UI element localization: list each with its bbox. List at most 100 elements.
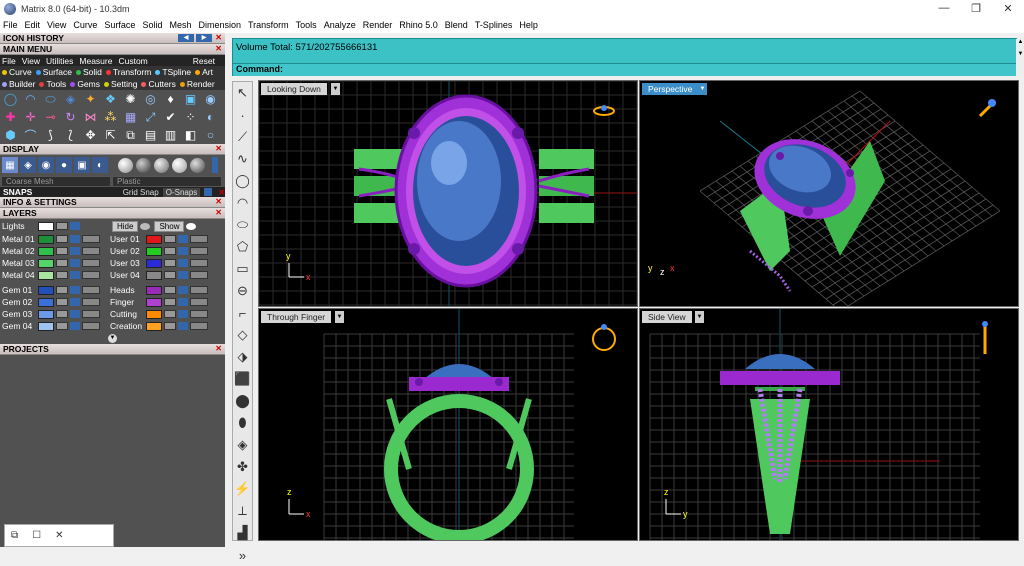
command-scrollbar[interactable]: ▲ ▼ [1016, 39, 1024, 77]
lock-icon[interactable] [164, 271, 176, 279]
layer-material-slot[interactable] [82, 310, 100, 318]
layer-material-slot[interactable] [82, 298, 100, 306]
layer-material-slot[interactable] [82, 271, 100, 279]
layer-color-swatch[interactable] [146, 258, 162, 268]
layer-creation[interactable]: Creation [110, 321, 216, 331]
material-silver-icon[interactable] [154, 157, 169, 173]
scale-icon[interactable]: ⤢ [141, 109, 160, 126]
array-icon[interactable]: ⁂ [101, 109, 120, 126]
lock-icon[interactable] [164, 298, 176, 306]
surface-tool-icon[interactable]: ◈ [61, 91, 80, 108]
shaded-icon[interactable]: ◉ [38, 157, 54, 173]
layer-visible-toggle[interactable] [178, 271, 188, 279]
polyline-icon[interactable]: ⟋ [233, 126, 252, 148]
viewport-side-view[interactable]: Side View ▼ zy [639, 308, 1019, 541]
maximize-icon[interactable]: ☐ [32, 530, 41, 541]
more-tools-icon[interactable]: » [233, 544, 252, 566]
main-menu-header[interactable]: MAIN MENU ✕ [0, 44, 225, 55]
menu-item-analyze[interactable]: Analyze [324, 20, 356, 30]
extrude-icon[interactable]: ⬗ [233, 346, 252, 368]
lock-icon[interactable] [56, 298, 68, 306]
osnap-toggle[interactable]: O-Snaps [162, 187, 201, 197]
move-icon[interactable]: ✥ [81, 127, 100, 144]
category-cutters[interactable]: Cutters [141, 79, 176, 89]
layer-user-03[interactable]: User 03 [110, 258, 216, 268]
layer-color-swatch[interactable] [38, 285, 54, 295]
layer-color-swatch[interactable] [146, 321, 162, 331]
layer-color-swatch[interactable] [38, 321, 54, 331]
layer-metal-03[interactable]: Metal 03 [2, 258, 108, 268]
box-icon[interactable]: ⬛ [233, 368, 252, 390]
category-tools[interactable]: Tools [39, 79, 66, 89]
layer-color-swatch[interactable] [146, 234, 162, 244]
layer-visible-toggle[interactable] [178, 259, 188, 267]
polygon-icon[interactable]: ⬠ [233, 236, 252, 258]
lock-icon[interactable] [164, 247, 176, 255]
lock-icon[interactable] [56, 286, 68, 294]
ghosted-icon[interactable]: ◈ [20, 157, 36, 173]
layer-material-slot[interactable] [190, 322, 208, 330]
layer-user-02[interactable]: User 02 [110, 246, 216, 256]
curve-icon[interactable]: ⌒ [21, 127, 40, 144]
flow-icon[interactable]: ⟆ [41, 127, 60, 144]
wireframe-icon[interactable]: ▦ [2, 157, 18, 173]
category-solid[interactable]: Solid [75, 67, 102, 77]
chevron-down-icon[interactable]: ▼ [331, 83, 340, 95]
category-transform[interactable]: Transform [105, 67, 151, 77]
menu-item-solid[interactable]: Solid [142, 20, 162, 30]
lock-icon[interactable] [164, 235, 176, 243]
material-dropdown[interactable]: Plastic [112, 175, 222, 187]
layer-gem-03[interactable]: Gem 03 [2, 309, 108, 319]
close-icon[interactable]: ✕ [215, 197, 222, 206]
material-chrome-icon[interactable] [172, 157, 187, 173]
layer-finger[interactable]: Finger [110, 297, 216, 307]
layer-gem-04[interactable]: Gem 04 [2, 321, 108, 331]
fillet-icon[interactable]: ⌐ [233, 302, 252, 324]
point-icon[interactable]: · [233, 104, 252, 126]
dimension-icon[interactable]: ⟂ [233, 500, 252, 522]
layer-heads[interactable]: Heads [110, 285, 216, 295]
layer-user-01[interactable]: User 01 [110, 234, 216, 244]
sphere-icon[interactable]: ⬤ [233, 390, 252, 412]
curve-tools-icon[interactable]: ⊖ [233, 280, 252, 302]
pipe-tool-icon[interactable]: ✦ [81, 91, 100, 108]
menu-item-dimension[interactable]: Dimension [198, 20, 241, 30]
tab-view[interactable]: View [22, 56, 40, 66]
display-mode-dropdown[interactable]: Coarse Mesh [1, 175, 111, 187]
menu-item-view[interactable]: View [47, 20, 66, 30]
menu-item-render[interactable]: Render [363, 20, 393, 30]
layer-visible-toggle[interactable] [70, 235, 80, 243]
category-gems[interactable]: Gems [70, 79, 100, 89]
layer-material-slot[interactable] [190, 247, 208, 255]
lights-visible-toggle[interactable] [70, 222, 80, 230]
menu-item-surface[interactable]: Surface [104, 20, 135, 30]
hide-button[interactable]: Hide [112, 220, 139, 232]
revolve-tool-icon[interactable]: ❖ [101, 91, 120, 108]
category-surface[interactable]: Surface [35, 67, 72, 77]
layer-visible-toggle[interactable] [178, 247, 188, 255]
tab-custom[interactable]: Custom [118, 56, 147, 66]
pattern-icon[interactable]: ▦ [121, 109, 140, 126]
layer-material-slot[interactable] [190, 259, 208, 267]
layer-gem-01[interactable]: Gem 01 [2, 285, 108, 295]
lock-icon[interactable] [56, 271, 68, 279]
material-gray-icon[interactable] [136, 157, 151, 173]
tab-measure[interactable]: Measure [79, 56, 112, 66]
display-header[interactable]: DISPLAY ✕ [0, 144, 225, 155]
mesh-icon[interactable]: ◈ [233, 434, 252, 456]
close-icon[interactable]: ✕ [55, 530, 63, 541]
layer-color-swatch[interactable] [146, 270, 162, 280]
category-render[interactable]: Render [179, 79, 215, 89]
layer-visible-toggle[interactable] [70, 286, 80, 294]
settings-ring-icon[interactable]: ○ [201, 127, 220, 144]
projects-header[interactable]: PROJECTS ✕ [0, 344, 225, 355]
layer-material-slot[interactable] [190, 310, 208, 318]
layer-material-slot[interactable] [190, 235, 208, 243]
close-icon[interactable]: ✕ [215, 33, 222, 42]
layer-color-swatch[interactable] [38, 297, 54, 307]
chevron-down-icon[interactable]: ▼ [335, 311, 344, 323]
group-icon[interactable]: ▤ [141, 127, 160, 144]
lock-icon[interactable] [164, 259, 176, 267]
category-builder[interactable]: Builder [2, 79, 35, 89]
lock-icon[interactable] [56, 322, 68, 330]
